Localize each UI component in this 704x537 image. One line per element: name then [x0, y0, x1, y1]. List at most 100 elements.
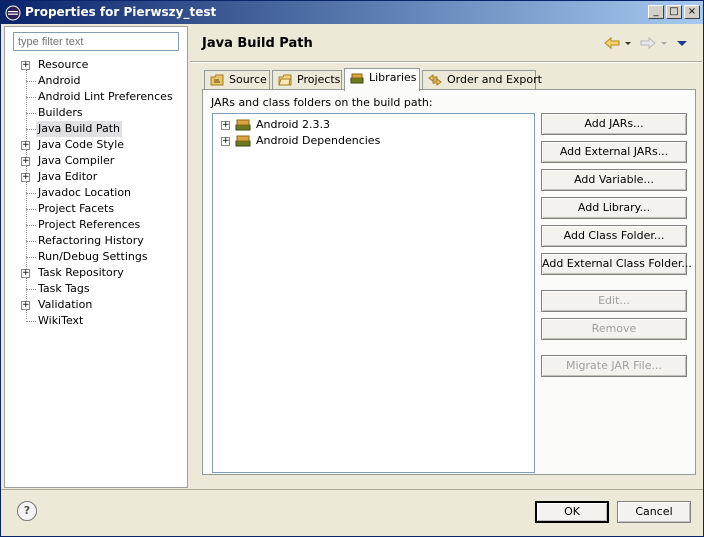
tree-item-label: Validation [38, 298, 93, 311]
content-pane: Java Build Path Source Projects Librarie… [190, 26, 702, 488]
tab-projects[interactable]: Projects [272, 70, 342, 90]
tree-connector [26, 129, 36, 130]
add-class-folder-button[interactable]: Add Class Folder... [541, 225, 687, 247]
expand-icon[interactable]: + [221, 121, 230, 130]
source-folder-icon [210, 74, 224, 86]
library-label: Android Dependencies [256, 134, 381, 147]
tree-item[interactable]: + Java Editor [5, 169, 187, 185]
tree-item-label: Resource [38, 58, 89, 71]
add-external-class-folder-button[interactable]: Add External Class Folder... [541, 253, 692, 275]
tree-connector [26, 241, 36, 242]
tree-item-label: Project Facets [38, 202, 115, 215]
tree-connector [26, 289, 36, 290]
minimize-button[interactable]: _ [648, 5, 664, 19]
property-pages-pane: + Resource Android Android Lint Preferences… [4, 26, 188, 488]
ok-button[interactable]: OK [535, 501, 609, 523]
add-jars-button[interactable]: Add JARs... [541, 113, 687, 135]
projects-folder-icon [278, 74, 292, 86]
help-icon[interactable]: ? [17, 501, 37, 521]
tree-item-label: Run/Debug Settings [38, 250, 148, 263]
tree-item-label: WikiText [38, 314, 84, 327]
tree-connector [26, 257, 36, 258]
tab-projects-label: Projects [297, 73, 341, 86]
tree-item[interactable]: + Java Code Style [5, 137, 187, 153]
tree-item[interactable]: WikiText [5, 313, 187, 329]
tree-item-label: Task Repository [38, 266, 124, 279]
expand-icon[interactable]: + [21, 141, 30, 150]
tree-connector [26, 225, 36, 226]
expand-icon[interactable]: + [221, 137, 230, 146]
tree-item[interactable]: Refactoring History [5, 233, 187, 249]
libraries-icon [350, 73, 364, 84]
tree-connector [26, 321, 36, 322]
property-tree: + Resource Android Android Lint Preferences… [5, 57, 187, 329]
tree-item-label: Java Editor [38, 170, 98, 183]
add-external-jars-button[interactable]: Add External JARs... [541, 141, 687, 163]
edit-button[interactable]: Edit... [541, 290, 687, 312]
library-label: Android 2.3.3 [256, 118, 331, 131]
tree-item[interactable]: + Java Compiler [5, 153, 187, 169]
tree-item[interactable]: + Validation [5, 297, 187, 313]
tree-item[interactable]: Java Build Path [5, 121, 187, 137]
expand-icon[interactable]: + [21, 173, 30, 182]
tree-item-label: Java Code Style [38, 138, 125, 151]
tree-item[interactable]: + Resource [5, 57, 187, 73]
view-menu-icon[interactable] [676, 36, 688, 50]
page-title: Java Build Path [202, 36, 313, 51]
back-dropdown-icon[interactable] [624, 36, 632, 50]
tab-libraries-label: Libraries [369, 71, 417, 84]
filter-input[interactable] [13, 32, 179, 51]
tree-item[interactable]: Javadoc Location [5, 185, 187, 201]
tree-item[interactable]: Run/Debug Settings [5, 249, 187, 265]
jar-library-icon [235, 135, 251, 147]
expand-icon[interactable]: + [21, 269, 30, 278]
tree-item-label: Java Build Path [36, 121, 123, 137]
tree-item[interactable]: Android [5, 73, 187, 89]
header-separator [190, 61, 702, 63]
forward-arrow-icon[interactable] [640, 36, 656, 50]
properties-dialog: Properties for Pierwszy_test _ □ × + Reso… [0, 0, 704, 537]
forward-dropdown-icon[interactable] [660, 36, 668, 50]
add-variable-button[interactable]: Add Variable... [541, 169, 687, 191]
tree-item-label: Android [38, 74, 81, 87]
tree-connector [26, 193, 36, 194]
tree-item-label: Task Tags [38, 282, 90, 295]
tree-item-label: Android Lint Preferences [38, 90, 173, 103]
tree-item-label: Project References [38, 218, 141, 231]
maximize-button[interactable]: □ [666, 5, 682, 19]
back-arrow-icon[interactable] [604, 36, 620, 50]
cancel-button[interactable]: Cancel [617, 501, 691, 523]
tree-item[interactable]: Android Lint Preferences [5, 89, 187, 105]
tree-connector [26, 81, 36, 82]
tree-connector [26, 209, 36, 210]
tab-source-label: Source [229, 73, 267, 86]
tree-connector [26, 97, 36, 98]
libraries-section-label: JARs and class folders on the build path… [211, 96, 433, 109]
jar-library-icon [235, 119, 251, 131]
migrate-jar-button[interactable]: Migrate JAR File... [541, 355, 687, 377]
tab-libraries[interactable]: Libraries [344, 68, 420, 91]
title-bar[interactable]: Properties for Pierwszy_test _ □ × [1, 1, 703, 24]
expand-icon[interactable]: + [21, 61, 30, 70]
tree-item[interactable]: + Task Repository [5, 265, 187, 281]
tree-item[interactable]: Project Facets [5, 201, 187, 217]
tree-item-label: Refactoring History [38, 234, 144, 247]
tree-connector [26, 113, 36, 114]
window-title: Properties for Pierwszy_test [25, 5, 217, 19]
tab-source[interactable]: Source [204, 70, 270, 90]
expand-icon[interactable]: + [21, 157, 30, 166]
tree-item-label: Builders [38, 106, 83, 119]
remove-button[interactable]: Remove [541, 318, 687, 340]
tree-item-label: Java Compiler [38, 154, 115, 167]
tree-item[interactable]: Builders [5, 105, 187, 121]
libraries-list[interactable]: + Android 2.3.3 + Android Dependencies [212, 113, 535, 473]
tab-order-and-export[interactable]: Order and Export [422, 70, 542, 90]
dialog-footer: ? OK Cancel [1, 489, 703, 536]
tree-item-label: Javadoc Location [38, 186, 132, 199]
eclipse-icon [5, 5, 21, 21]
tree-item[interactable]: Task Tags [5, 281, 187, 297]
expand-icon[interactable]: + [21, 301, 30, 310]
tree-item[interactable]: Project References [5, 217, 187, 233]
add-library-button[interactable]: Add Library... [541, 197, 687, 219]
close-button[interactable]: × [684, 5, 700, 19]
